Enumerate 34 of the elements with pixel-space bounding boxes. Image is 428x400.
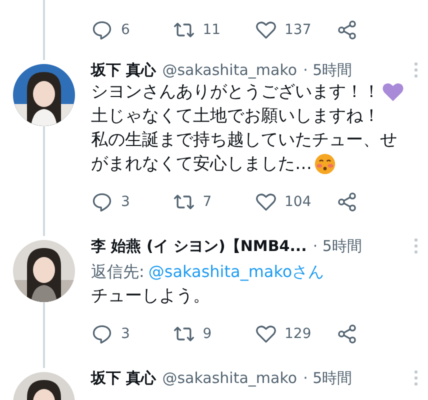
like-count: 137 [284,22,312,38]
share-icon[interactable] [336,191,358,213]
user-name[interactable]: 坂下 真心 [91,368,156,388]
heart-emoji-icon [382,81,404,103]
retweet-count: 11 [202,22,221,38]
retweet-count: 7 [202,194,212,210]
like-icon[interactable] [254,191,276,213]
reply-label: 返信先: [91,261,144,283]
tweet-text: シヨンさんありがとうございます！！ [91,81,380,104]
share-icon[interactable] [336,19,358,41]
blushing-face-icon [314,153,336,175]
like-count: 104 [284,194,312,210]
tweet-text: チューしよう。 [91,285,210,308]
reply-count: 6 [121,22,130,38]
timestamp: · 5時間 [303,60,352,80]
like-icon[interactable] [254,19,276,41]
reply-icon[interactable] [91,191,113,213]
share-icon[interactable] [336,323,358,345]
user-handle[interactable]: @sakashita_mako [162,60,298,80]
reply-icon[interactable] [91,19,113,41]
like-count: 129 [284,326,312,342]
tweet-text: 私の生誕まで持ち越していたチュー、せ [91,129,397,152]
reply-count: 3 [121,326,130,342]
like-icon[interactable] [254,323,276,345]
tweet-text: がまれなくて安心しました… [91,153,312,176]
reply-count: 3 [121,194,130,210]
user-name[interactable]: 李 始燕 (イ シヨン)【NMB4... [91,236,307,256]
retweet-count: 9 [202,326,212,342]
user-name[interactable]: 坂下 真心 [91,60,156,80]
user-handle[interactable]: @sakashita_mako [162,368,298,388]
timestamp: · 5時間 [312,236,362,256]
timestamp: · 5時間 [303,368,352,388]
reply-icon[interactable] [91,323,113,345]
tweet-text: 土じゃなくて土地でお願いしますね！ [91,105,380,128]
